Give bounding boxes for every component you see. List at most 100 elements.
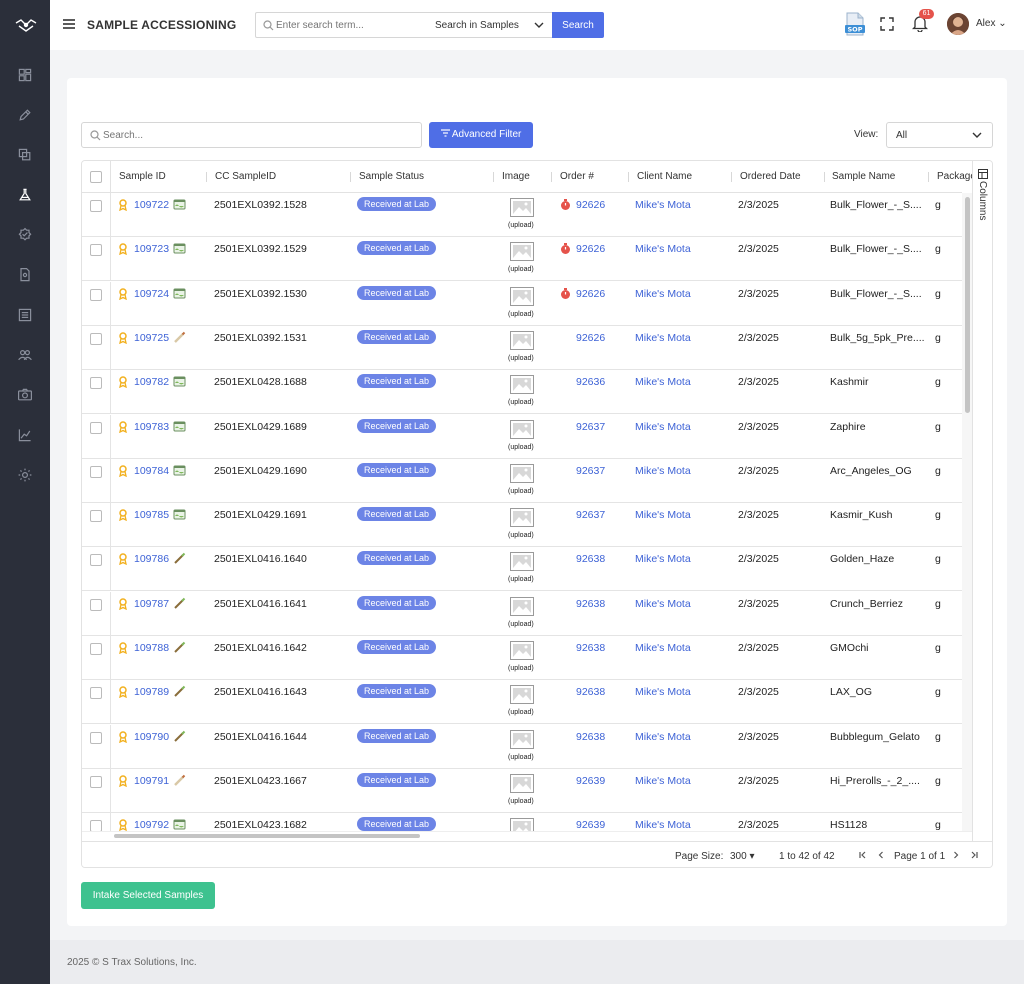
image-placeholder-icon[interactable] xyxy=(510,818,534,831)
sample-id-link[interactable]: 109783 xyxy=(134,421,169,433)
row-checkbox[interactable] xyxy=(90,465,102,478)
user-menu[interactable]: Alex ⌄ xyxy=(976,18,1007,29)
row-checkbox[interactable] xyxy=(90,332,102,345)
order-number-link[interactable]: 92626 xyxy=(576,332,605,344)
col-package[interactable]: Package xyxy=(937,171,976,182)
upload-link[interactable]: (upload) xyxy=(508,311,534,318)
table-row[interactable]: 109788 2501EXL0416.1642 Received at Lab (up… xyxy=(82,636,962,680)
client-name-link[interactable]: Mike's Mota xyxy=(635,686,691,698)
sample-id-link[interactable]: 109725 xyxy=(134,332,169,344)
hamburger-menu-icon[interactable] xyxy=(62,17,76,31)
table-row[interactable]: 109787 2501EXL0416.1641 Received at Lab (up… xyxy=(82,591,962,636)
client-name-link[interactable]: Mike's Mota xyxy=(635,509,691,521)
upload-link[interactable]: (upload) xyxy=(508,266,534,273)
image-placeholder-icon[interactable] xyxy=(510,685,534,705)
intake-selected-samples-button[interactable]: Intake Selected Samples xyxy=(81,882,215,909)
sample-id-link[interactable]: 109784 xyxy=(134,465,169,477)
upload-link[interactable]: (upload) xyxy=(508,576,534,583)
upload-link[interactable]: (upload) xyxy=(508,754,534,761)
previous-page-icon[interactable] xyxy=(875,849,887,861)
image-placeholder-icon[interactable] xyxy=(510,463,534,483)
client-name-link[interactable]: Mike's Mota xyxy=(635,642,691,654)
col-order-number[interactable]: Order # xyxy=(560,171,594,182)
upload-link[interactable]: (upload) xyxy=(508,444,534,451)
row-checkbox[interactable] xyxy=(90,775,102,788)
table-row[interactable]: 109724 2501EXL0392.1530 Received at Lab (up… xyxy=(82,281,962,326)
user-avatar[interactable] xyxy=(947,13,969,35)
sample-id-link[interactable]: 109789 xyxy=(134,686,169,698)
sidebar-item-users[interactable] xyxy=(13,343,37,367)
order-number-link[interactable]: 92638 xyxy=(576,598,605,610)
client-name-link[interactable]: Mike's Mota xyxy=(635,421,691,433)
client-name-link[interactable]: Mike's Mota xyxy=(635,332,691,344)
sidebar-item-document[interactable] xyxy=(13,263,37,287)
table-row[interactable]: 109784 2501EXL0429.1690 Received at Lab (up… xyxy=(82,458,962,503)
row-checkbox[interactable] xyxy=(90,288,102,301)
order-number-link[interactable]: 92637 xyxy=(576,465,605,477)
last-page-icon[interactable] xyxy=(968,849,980,861)
row-checkbox[interactable] xyxy=(90,687,102,700)
client-name-link[interactable]: Mike's Mota xyxy=(635,598,691,610)
first-page-icon[interactable] xyxy=(857,849,869,861)
client-name-link[interactable]: Mike's Mota xyxy=(635,553,691,565)
image-placeholder-icon[interactable] xyxy=(510,552,534,572)
advanced-filter-button[interactable]: Advanced Filter xyxy=(429,122,533,148)
client-name-link[interactable]: Mike's Mota xyxy=(635,288,691,300)
sidebar-item-dashboard[interactable] xyxy=(13,63,37,87)
image-placeholder-icon[interactable] xyxy=(510,729,534,749)
vertical-scroll-thumb[interactable] xyxy=(965,197,970,413)
sidebar-item-flask[interactable] xyxy=(13,183,37,207)
row-checkbox[interactable] xyxy=(90,643,102,655)
row-checkbox[interactable] xyxy=(90,200,102,212)
image-placeholder-icon[interactable] xyxy=(510,242,534,262)
row-checkbox[interactable] xyxy=(90,731,102,744)
order-number-link[interactable]: 92638 xyxy=(576,553,605,565)
global-search-input[interactable] xyxy=(276,13,424,37)
order-number-link[interactable]: 92638 xyxy=(576,642,605,654)
client-name-link[interactable]: Mike's Mota xyxy=(635,775,691,787)
view-select[interactable]: All xyxy=(886,122,993,148)
horizontal-scroll-thumb[interactable] xyxy=(114,834,420,838)
row-checkbox[interactable] xyxy=(90,820,102,831)
sample-id-link[interactable]: 109782 xyxy=(134,376,169,388)
sidebar-item-list[interactable] xyxy=(13,303,37,327)
sidebar-item-settings[interactable] xyxy=(13,463,37,487)
upload-link[interactable]: (upload) xyxy=(508,488,534,495)
sidebar-item-pencil[interactable] xyxy=(13,103,37,127)
table-row[interactable]: 1097922501EXL0423.1682Received at Lab(up… xyxy=(82,813,962,831)
sample-id-link[interactable]: 109791 xyxy=(134,775,169,787)
order-number-link[interactable]: 92638 xyxy=(576,731,605,743)
next-page-icon[interactable] xyxy=(950,849,962,861)
upload-link[interactable]: (upload) xyxy=(508,399,534,406)
table-row[interactable]: 109722 2501EXL0392.1528 Received at Lab (up… xyxy=(82,193,962,237)
order-number-link[interactable]: 92639 xyxy=(576,819,605,831)
sample-id-link[interactable]: 109792 xyxy=(134,819,169,831)
col-sample-name[interactable]: Sample Name xyxy=(832,171,895,182)
page-size-select[interactable]: 300 ▾ xyxy=(730,851,755,862)
upload-link[interactable]: (upload) xyxy=(508,532,534,539)
search-button[interactable]: Search xyxy=(552,12,604,38)
client-name-link[interactable]: Mike's Mota xyxy=(635,243,691,255)
logo-icon[interactable] xyxy=(14,14,38,36)
global-search-field[interactable] xyxy=(255,12,427,38)
sample-id-link[interactable]: 109722 xyxy=(134,199,169,211)
image-placeholder-icon[interactable] xyxy=(510,375,534,395)
columns-side-panel[interactable]: Columns xyxy=(972,161,992,841)
col-sample-id[interactable]: Sample ID xyxy=(119,171,166,182)
col-ordered-date[interactable]: Ordered Date xyxy=(740,171,801,182)
sample-id-link[interactable]: 109786 xyxy=(134,553,169,565)
image-placeholder-icon[interactable] xyxy=(510,641,534,660)
col-image[interactable]: Image xyxy=(502,171,530,182)
order-number-link[interactable]: 92637 xyxy=(576,421,605,433)
client-name-link[interactable]: Mike's Mota xyxy=(635,819,691,831)
sop-document-icon[interactable]: SOP xyxy=(844,12,866,36)
row-checkbox[interactable] xyxy=(90,244,102,257)
order-number-link[interactable]: 92637 xyxy=(576,509,605,521)
image-placeholder-icon[interactable] xyxy=(510,596,534,616)
image-placeholder-icon[interactable] xyxy=(510,773,534,793)
upload-link[interactable]: (upload) xyxy=(508,222,534,229)
image-placeholder-icon[interactable] xyxy=(510,330,534,350)
table-row[interactable]: 109785 2501EXL0429.1691 Received at Lab (up… xyxy=(82,503,962,548)
table-row[interactable]: 109723 2501EXL0392.1529 Received at Lab (up… xyxy=(82,237,962,282)
image-placeholder-icon[interactable] xyxy=(510,419,534,439)
